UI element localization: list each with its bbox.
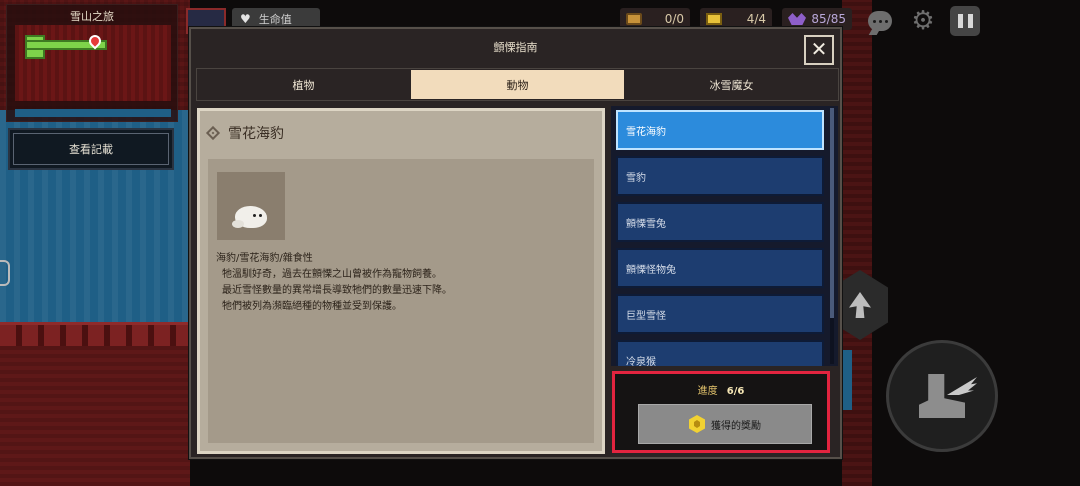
gem-icon — [706, 13, 722, 25]
life-label: 生命值 — [258, 13, 292, 26]
minimap-water — [15, 109, 171, 117]
reward-area: 進度 6/6 獲得的獎勵 — [612, 371, 830, 453]
list-item-monster-hare[interactable]: 顫慄怪物兔 — [616, 248, 824, 288]
pause-icon — [957, 14, 963, 28]
detail-header: 雪花海豹 — [205, 123, 284, 143]
progress-value: 6/6 — [726, 386, 745, 397]
creature-description: 海豹/雪花海豹/雜食性 牠溫馴好奇，過去在顫慄之山曾被作為寵物飼養。 最近雪怪數… — [216, 251, 586, 315]
description-line: 最近雪怪數量的異常增長導致牠們的數量迅速下降。 — [222, 285, 452, 296]
left-edge-handle[interactable] — [0, 260, 10, 286]
list-item-shiver-hare[interactable]: 顫慄雪兔 — [616, 202, 824, 242]
close-icon: ✕ — [810, 37, 828, 61]
dash-button[interactable] — [886, 340, 998, 452]
gear-icon[interactable]: ⚙ — [908, 6, 938, 36]
gem-icon — [689, 415, 705, 433]
list-item-snow-seal[interactable]: 雪花海豹 — [616, 110, 824, 150]
progress-indicator: 進度 6/6 — [615, 382, 827, 397]
terrain-right — [842, 0, 872, 486]
list-item-hot-spring-monkey[interactable]: 冷泉猴 — [616, 340, 824, 366]
chat-icon — [868, 11, 892, 31]
chest-count: 0/0 — [664, 12, 684, 26]
chat-button[interactable] — [865, 6, 895, 36]
creature-portrait — [217, 172, 285, 240]
diamond-icon — [205, 125, 221, 141]
view-record-button[interactable]: 查看記載 — [8, 128, 174, 170]
wing-icon — [947, 377, 977, 395]
skill-icon — [849, 292, 871, 318]
tab-plants[interactable]: 植物 — [197, 69, 410, 100]
list-item-giant-yeti[interactable]: 巨型雪怪 — [616, 294, 824, 334]
creature-tags: 海豹/雪花海豹/雜食性 — [216, 253, 313, 264]
seal-image — [232, 206, 267, 228]
creature-list[interactable]: 雪花海豹 雪豹 顫慄雪兔 顫慄怪物兔 巨型雪怪 冷泉猴 — [611, 106, 838, 366]
close-button[interactable]: ✕ — [804, 35, 834, 65]
modal-title: 顫慄指南 — [493, 41, 538, 54]
chest-icon — [626, 13, 642, 25]
boot-icon — [919, 374, 965, 418]
tab-ice-witch[interactable]: 冰雪魔女 — [625, 69, 838, 100]
detail-panel: 雪花海豹 海豹/雪花海豹/雜食性 牠溫馴好奇，過去在顫慄之山曾被作為寵物飼養。 … — [197, 108, 605, 454]
reward-button-label: 獲得的獎勵 — [711, 420, 761, 432]
progress-label: 進度 — [697, 386, 718, 397]
bat-count: 85/85 — [811, 12, 846, 26]
list-item-snow-leopard[interactable]: 雪豹 — [616, 156, 824, 196]
description-line: 牠溫馴好奇，過去在顫慄之山曾被作為寵物飼養。 — [222, 269, 442, 280]
creature-name: 雪花海豹 — [228, 126, 284, 142]
minimap[interactable]: 雪山之旅 — [6, 4, 178, 122]
gem-count: 4/4 — [746, 12, 766, 26]
pause-button[interactable] — [950, 6, 980, 36]
tab-animals[interactable]: 動物 — [411, 70, 624, 99]
heart-icon: ♥ — [240, 12, 251, 26]
detail-body: 海豹/雪花海豹/雜食性 牠溫馴好奇，過去在顫慄之山曾被作為寵物飼養。 最近雪怪數… — [208, 159, 594, 443]
guide-modal: 顫慄指南 ✕ 植物 動物 冰雪魔女 雪花海豹 海豹/雪花海豹/雜食性 牠溫馴好奇… — [189, 27, 842, 459]
claim-reward-button[interactable]: 獲得的獎勵 — [638, 404, 812, 444]
list-scrollbar[interactable] — [830, 108, 834, 318]
terrain-bottom — [0, 330, 190, 486]
bat-icon — [788, 13, 806, 25]
minimap-title: 雪山之旅 — [70, 10, 114, 23]
fence — [0, 322, 190, 346]
description-line: 牠們被列為瀕臨絕種的物種並受到保護。 — [222, 301, 402, 312]
category-tabs: 植物 動物 冰雪魔女 — [196, 68, 839, 101]
water-right — [842, 350, 852, 410]
